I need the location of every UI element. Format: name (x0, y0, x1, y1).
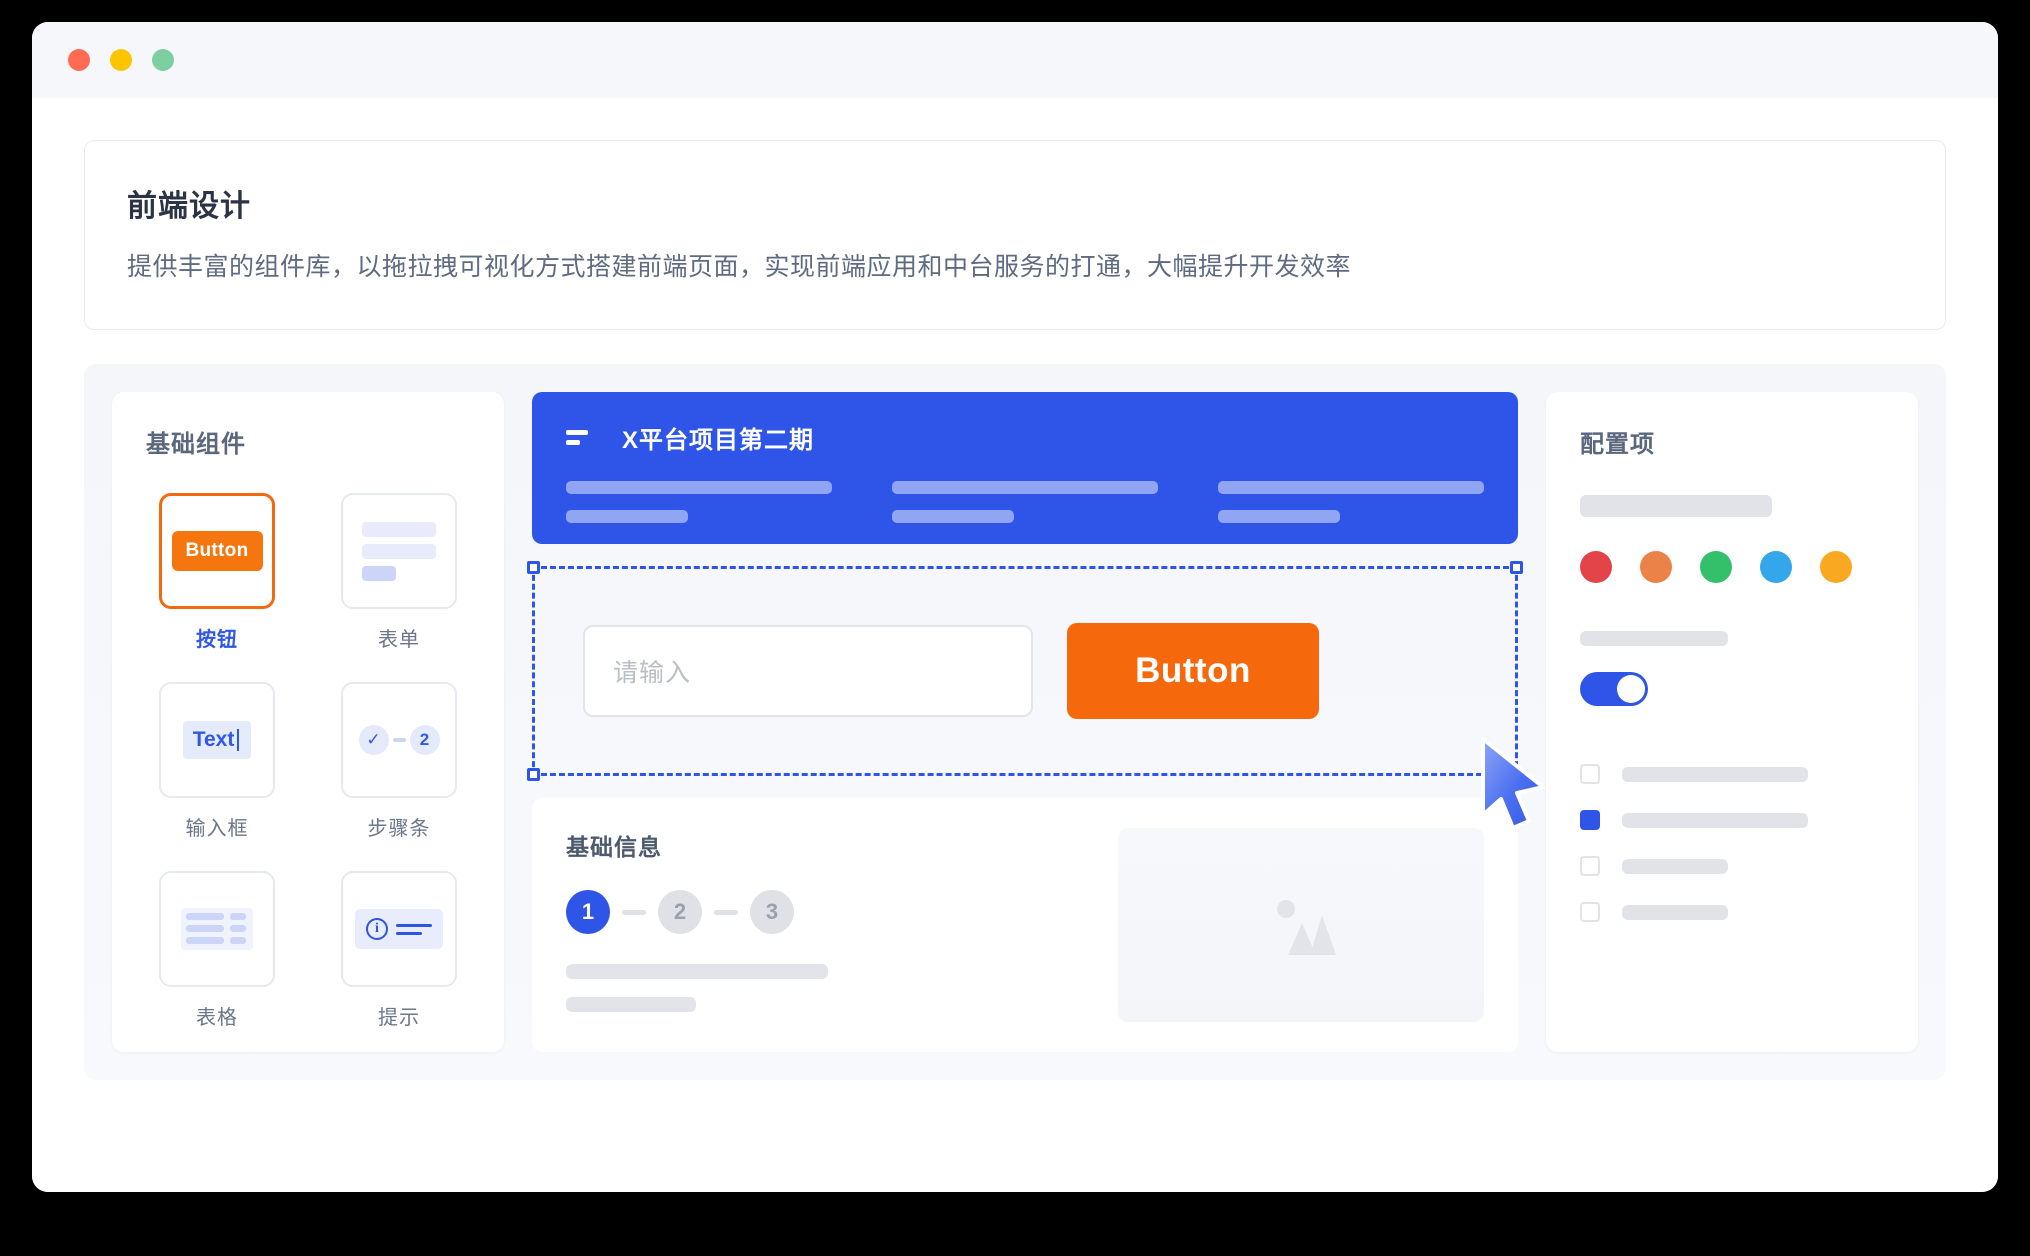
resize-handle-top-left[interactable] (527, 561, 540, 574)
palette-item-table[interactable]: 表格 (146, 871, 288, 1030)
designer-workspace: 基础组件 Button 按钮 表单 Text 输入框 ✓ 2 步骤条 表格 i … (84, 364, 1946, 1080)
text-caret-icon (237, 729, 240, 751)
window-titlebar (32, 22, 1998, 98)
palette-item-label: 按钮 (196, 629, 238, 651)
palette-item-steps[interactable]: ✓ 2 步骤条 (328, 682, 470, 841)
palette-item-label: 表格 (196, 1007, 238, 1029)
basic-info-title: 基础信息 (566, 834, 662, 860)
checkbox[interactable] (1580, 902, 1600, 922)
intro-card: 前端设计 提供丰富的组件库，以拖拉拽可视化方式搭建前端页面，实现前端应用和中台服… (84, 140, 1946, 330)
selected-component-group[interactable]: 请输入 Button (527, 561, 1545, 830)
color-swatch-blue[interactable] (1760, 551, 1792, 583)
checkbox-row[interactable] (1580, 810, 1884, 830)
palette-item-button[interactable]: Button 按钮 (146, 493, 288, 652)
resize-handle-bottom-right[interactable] (1510, 768, 1523, 781)
step-2[interactable]: 2 (658, 890, 702, 934)
checkbox-row[interactable] (1580, 764, 1884, 784)
project-banner[interactable]: X平台项目第二期 (532, 392, 1518, 544)
palette-item-input[interactable]: Text 输入框 (146, 682, 288, 841)
banner-placeholder-columns (566, 481, 1484, 523)
palette-item-label: 提示 (378, 1007, 420, 1029)
color-swatch-green[interactable] (1700, 551, 1732, 583)
table-component-tile[interactable] (159, 871, 275, 987)
banner-column (1218, 481, 1484, 523)
input-component-tile[interactable]: Text (159, 682, 275, 798)
config-body (1580, 495, 1884, 922)
component-palette-panel: 基础组件 Button 按钮 表单 Text 输入框 ✓ 2 步骤条 表格 i … (112, 392, 504, 1052)
basic-info-card: 基础信息 1 2 3 (532, 798, 1518, 1052)
color-swatch-row[interactable] (1580, 551, 1884, 583)
primary-button[interactable]: Button (1067, 623, 1319, 719)
palette-item-tip[interactable]: i 提示 (328, 871, 470, 1030)
checkbox-checked[interactable] (1580, 810, 1600, 830)
checkbox-row[interactable] (1580, 902, 1884, 922)
banner-title: X平台项目第二期 (622, 427, 815, 454)
steps-component-tile[interactable]: ✓ 2 (341, 682, 457, 798)
steps-icon: ✓ 2 (358, 725, 440, 755)
tip-component-tile[interactable]: i (341, 871, 457, 987)
skeleton-line (566, 964, 828, 979)
palette-item-label: 表单 (378, 629, 420, 651)
input-icon-text: Text (192, 728, 235, 751)
toggle-knob (1617, 675, 1645, 703)
color-swatch-yellow[interactable] (1820, 551, 1852, 583)
checkbox-label-placeholder (1622, 858, 1728, 874)
step-connector (622, 909, 646, 915)
palette-item-form[interactable]: 表单 (328, 493, 470, 652)
step-1[interactable]: 1 (566, 890, 610, 934)
toggle-switch[interactable] (1580, 672, 1648, 706)
palette-item-label: 步骤条 (367, 818, 431, 840)
image-placeholder (1118, 828, 1484, 1022)
banner-column (892, 481, 1158, 523)
banner-column (566, 481, 832, 523)
text-input[interactable]: 请输入 (583, 625, 1033, 717)
step-connector (392, 738, 406, 742)
design-canvas[interactable]: X平台项目第二期 请输入 Button 基础信息 1 2 3 (527, 392, 1545, 1052)
page-viewport: 前端设计 提供丰富的组件库，以拖拉拽可视化方式搭建前端页面，实现前端应用和中台服… (32, 98, 1998, 1192)
config-title: 配置项 (1580, 431, 1655, 458)
form-icon (362, 521, 436, 581)
checkbox-label-placeholder (1622, 812, 1808, 828)
page-title: 前端设计 (127, 190, 251, 223)
image-placeholder-icon (1277, 900, 1336, 955)
checkbox-label-placeholder (1622, 904, 1728, 920)
checkbox[interactable] (1580, 764, 1600, 784)
table-icon (181, 908, 253, 950)
step-connector (714, 909, 738, 915)
button-icon: Button (171, 531, 263, 571)
button-component-tile[interactable]: Button (159, 493, 275, 609)
resize-handle-bottom-left[interactable] (527, 768, 540, 781)
checkbox-list (1580, 764, 1884, 922)
config-panel: 配置项 (1546, 392, 1918, 1052)
component-list: Button 按钮 表单 Text 输入框 ✓ 2 步骤条 表格 i 提示 (146, 493, 470, 1030)
align-left-icon (566, 430, 588, 445)
color-swatch-orange[interactable] (1640, 551, 1672, 583)
skeleton-line (566, 997, 696, 1012)
banner-header: X平台项目第二期 (566, 420, 1484, 455)
form-component-tile[interactable] (341, 493, 457, 609)
config-field-placeholder (1580, 495, 1772, 517)
checkbox-label-placeholder (1622, 766, 1808, 782)
check-icon: ✓ (358, 725, 389, 755)
browser-window: 前端设计 提供丰富的组件库，以拖拉拽可视化方式搭建前端页面，实现前端应用和中台服… (32, 22, 1998, 1192)
checkbox[interactable] (1580, 856, 1600, 876)
zoom-window-button[interactable] (152, 49, 174, 71)
basic-info-column: 基础信息 1 2 3 (566, 828, 1084, 1022)
resize-handle-top-right[interactable] (1510, 561, 1523, 574)
input-icon: Text (182, 721, 252, 759)
checkbox-row[interactable] (1580, 856, 1884, 876)
page-description: 提供丰富的组件库，以拖拉拽可视化方式搭建前端页面，实现前端应用和中台服务的打通，… (127, 253, 1352, 281)
stepper[interactable]: 1 2 3 (566, 890, 1084, 934)
minimize-window-button[interactable] (110, 49, 132, 71)
close-window-button[interactable] (68, 49, 90, 71)
palette-item-label: 输入框 (185, 818, 249, 840)
color-swatch-red[interactable] (1580, 551, 1612, 583)
info-icon: i (366, 918, 388, 940)
step-3[interactable]: 3 (750, 890, 794, 934)
palette-title: 基础组件 (146, 431, 246, 458)
config-field-placeholder (1580, 631, 1728, 646)
tip-icon: i (355, 909, 443, 949)
tip-lines (396, 923, 432, 935)
step-number: 2 (409, 725, 440, 755)
